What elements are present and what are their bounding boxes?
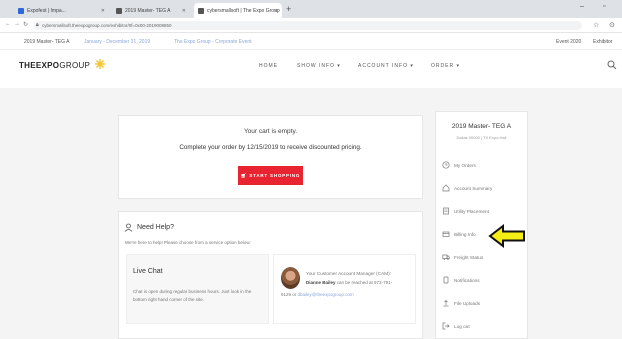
close-tab-icon[interactable]: ✕ bbox=[274, 8, 278, 14]
start-shopping-label: START SHOPPING bbox=[249, 173, 301, 178]
cart-card: Your cart is empty. Complete your order … bbox=[118, 115, 423, 199]
close-tab-icon[interactable]: ✕ bbox=[101, 8, 105, 14]
expo-group-logo[interactable]: THEEXPOGROUP bbox=[19, 61, 90, 70]
exhibitor-link[interactable]: Exhibitor bbox=[593, 39, 612, 45]
browser-tab[interactable]: Expofest | Impa... ✕ bbox=[14, 3, 109, 18]
browser-tab-bar: Expofest | Impa... ✕ 2019 Master- TEG A … bbox=[0, 0, 622, 18]
clock-icon bbox=[442, 161, 450, 169]
sidebar-item-billing-info[interactable]: Billing Info bbox=[442, 229, 476, 239]
browser-tab[interactable]: 2019 Master- TEG A ✕ bbox=[112, 3, 190, 18]
tab-label: cybersmallsoft | The Expo Group bbox=[207, 7, 280, 14]
nav-home[interactable]: HOME bbox=[259, 63, 278, 69]
sidebar-item-account-summary[interactable]: Account Summary bbox=[442, 183, 492, 193]
cart-empty-text: Your cart is empty. bbox=[243, 128, 298, 135]
start-shopping-button[interactable]: 🛒︎ START SHOPPING bbox=[238, 166, 303, 185]
minimize-icon[interactable]: – bbox=[580, 3, 584, 10]
sidebar-item-label: Utility Placement bbox=[454, 208, 489, 214]
reload-icon[interactable]: ↻ bbox=[23, 21, 28, 28]
new-tab-button[interactable]: + bbox=[286, 3, 291, 15]
manager-name: Dianne Bailey bbox=[306, 280, 336, 285]
logo-text-bold: THEEXPO bbox=[19, 61, 60, 70]
sidebar-item-log-out[interactable]: Log out bbox=[442, 321, 470, 331]
close-tab-icon[interactable]: ✕ bbox=[182, 8, 186, 14]
truck-icon bbox=[442, 254, 450, 260]
sidebar-item-label: Account Summary bbox=[454, 185, 493, 191]
nav-account-info[interactable]: ACCOUNT INFO ▾ bbox=[358, 63, 414, 69]
manager-email-line: 9129 or dbailey@theexpogroup.com bbox=[281, 292, 354, 297]
maximize-icon[interactable]: ▫ bbox=[603, 3, 605, 10]
live-chat-box: Live Chat Chat is open during regular bu… bbox=[126, 254, 269, 324]
logo-starburst-icon bbox=[95, 59, 105, 69]
side-panel-title: 2019 Master- TEG A bbox=[451, 123, 512, 130]
site-header: THEEXPOGROUP HOME SHOW INFO ▾ ACCOUNT IN… bbox=[0, 50, 622, 88]
support-icon bbox=[124, 223, 133, 232]
sidebar-item-label: Freight Status bbox=[454, 254, 484, 260]
tab-label: 2019 Master- TEG A bbox=[125, 7, 171, 14]
live-chat-description: Chat is open during regular business hou… bbox=[133, 289, 252, 302]
nav-show-info[interactable]: SHOW INFO ▾ bbox=[297, 63, 341, 69]
browser-tab-active[interactable]: cybersmallsoft | The Expo Group ✕ bbox=[194, 3, 282, 18]
sidebar-item-label: Notifications bbox=[454, 277, 480, 283]
sidebar-item-label: Log out bbox=[454, 323, 470, 329]
event-switch-link[interactable]: Event 2020 bbox=[556, 39, 581, 45]
sidebar-item-my-orders[interactable]: My Orders bbox=[442, 160, 476, 170]
logout-icon bbox=[442, 322, 450, 330]
cart-deadline-text: Complete your order by 12/15/2019 to rec… bbox=[179, 144, 362, 151]
profile-icon[interactable]: ⊙ bbox=[609, 21, 615, 29]
help-title: Need Help? bbox=[137, 224, 174, 231]
manager-contact: Dianne Bailey can be reached at 972-791- bbox=[306, 280, 392, 285]
side-panel-subtitle: Dallas 00000 | TX Expo Hall bbox=[456, 135, 507, 140]
sidebar-item-label: File Uploads bbox=[454, 300, 481, 306]
billing-icon bbox=[442, 231, 450, 237]
help-subtitle: We're here to help! Please choose from a… bbox=[125, 240, 251, 245]
url-text: cybersmallsoft.theexpogroup.com/exhibito… bbox=[42, 23, 172, 28]
upload-icon bbox=[443, 300, 449, 307]
sidebar-item-label: Billing Info bbox=[454, 231, 476, 237]
document-icon bbox=[443, 207, 449, 215]
notification-icon bbox=[443, 276, 449, 284]
sidebar-item-label: My Orders bbox=[454, 162, 476, 168]
venue-link[interactable]: The Expo Group - Corporate Event bbox=[174, 39, 252, 45]
site-favicon-icon bbox=[116, 7, 122, 14]
sidebar-item-file-uploads[interactable]: File Uploads bbox=[442, 298, 480, 308]
house-icon bbox=[442, 184, 450, 192]
tab-label: Expofest | Impa... bbox=[27, 7, 66, 14]
url-field[interactable]: 🔒︎ cybersmallsoft.theexpogroup.com/exhib… bbox=[34, 21, 582, 30]
manager-phone-text: can be reached at 972-791- bbox=[336, 280, 393, 285]
nav-order[interactable]: ORDER ▾ bbox=[431, 63, 460, 69]
sidebar-item-notifications[interactable]: Notifications bbox=[442, 275, 480, 285]
site-favicon-icon bbox=[198, 7, 204, 14]
sidebar-item-freight-status[interactable]: Freight Status bbox=[442, 252, 483, 262]
star-icon[interactable]: ☆ bbox=[593, 21, 599, 29]
cart-icon: 🛒︎ bbox=[240, 172, 248, 178]
live-chat-title: Live Chat bbox=[133, 268, 163, 275]
help-card: Need Help? We're here to help! Please ch… bbox=[118, 211, 423, 339]
event-name[interactable]: 2019 Master- TEG A bbox=[24, 39, 69, 45]
yellow-arrow-icon bbox=[488, 224, 525, 248]
event-dates: January - December 31, 2019 bbox=[84, 39, 151, 45]
sidebar-item-utility-placement[interactable]: Utility Placement bbox=[442, 206, 489, 216]
address-bar-row: ← → ↻ 🔒︎ cybersmallsoft.theexpogroup.com… bbox=[0, 18, 622, 33]
forward-icon[interactable]: → bbox=[14, 21, 20, 27]
logo-text-thin: GROUP bbox=[59, 61, 91, 70]
event-bar: 2019 Master- TEG A January - December 31… bbox=[0, 33, 622, 50]
manager-email-link[interactable]: dbailey@theexpogroup.com bbox=[298, 292, 354, 297]
avatar bbox=[281, 267, 300, 289]
account-manager-box: Your Customer Account Manager (CAM): Dia… bbox=[273, 254, 416, 324]
lock-icon: 🔒︎ bbox=[36, 22, 39, 28]
manager-phone-suffix: 9129 or bbox=[281, 292, 297, 297]
manager-label: Your Customer Account Manager (CAM): bbox=[306, 271, 392, 276]
search-icon[interactable] bbox=[607, 60, 617, 70]
site-favicon-icon bbox=[18, 7, 24, 14]
back-icon[interactable]: ← bbox=[5, 21, 11, 27]
